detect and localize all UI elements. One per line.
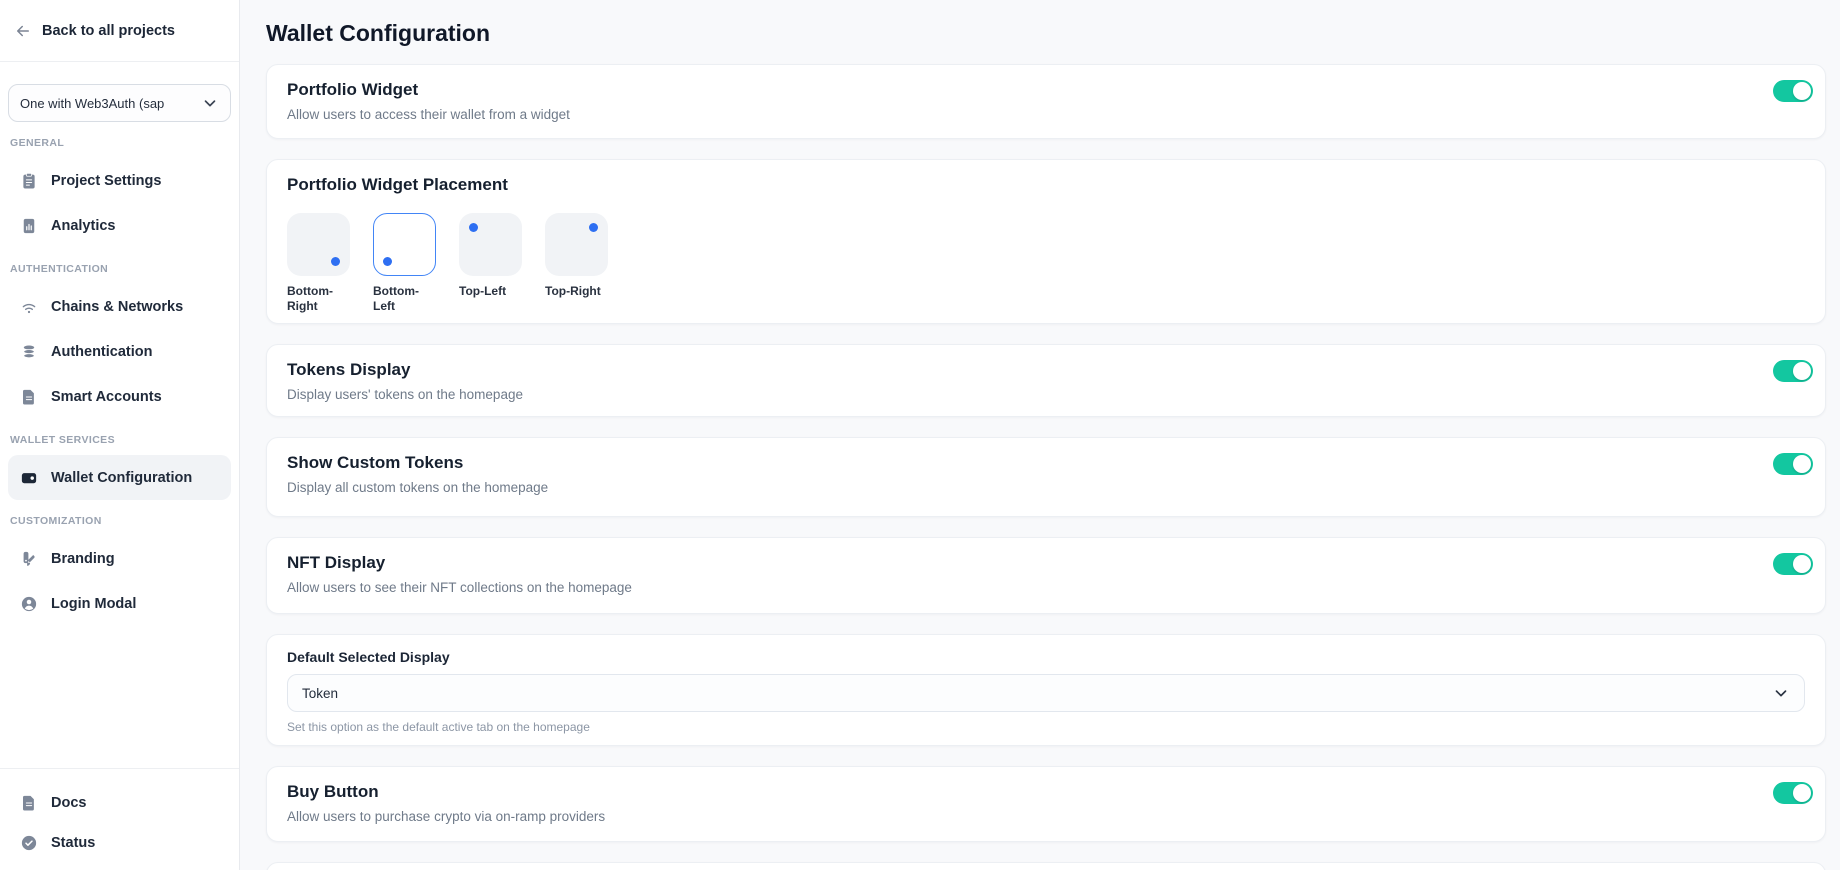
toggle-knob: [1793, 82, 1811, 100]
chart-doc-icon: [20, 217, 38, 235]
placement-option-label: Bottom-Left: [373, 284, 437, 314]
section-label-general: GENERAL: [10, 137, 231, 149]
card-buy-button: Buy Button Allow users to purchase crypt…: [266, 766, 1826, 842]
sidebar-item-authentication[interactable]: Authentication: [8, 329, 231, 374]
sidebar: Back to all projects One with Web3Auth (…: [0, 0, 240, 870]
placement-preview-bottom-right: [287, 213, 350, 276]
sidebar-item-smart-accounts[interactable]: Smart Accounts: [8, 374, 231, 419]
card-default-selected-display: Default Selected Display Token Set this …: [266, 634, 1826, 746]
card-title: Buy Button: [287, 781, 1805, 803]
back-to-projects-link[interactable]: Back to all projects: [0, 0, 239, 62]
check-circle-icon: [20, 834, 38, 852]
clipboard-icon: [20, 172, 38, 190]
default-display-select[interactable]: Token: [287, 674, 1805, 712]
sidebar-item-status[interactable]: Status: [8, 823, 231, 863]
sidebar-item-label: Branding: [51, 551, 115, 567]
nft-display-toggle[interactable]: [1773, 553, 1813, 575]
card-title: NFT Display: [287, 552, 1805, 574]
default-display-select-value: Token: [302, 686, 338, 701]
project-selector[interactable]: One with Web3Auth (sap: [8, 84, 231, 122]
card-title: Portfolio Widget Placement: [287, 174, 1805, 196]
section-label-authentication: AUTHENTICATION: [10, 263, 231, 275]
sidebar-footer: Docs Status: [0, 768, 239, 870]
card-tokens-display: Tokens Display Display users' tokens on …: [266, 344, 1826, 417]
sidebar-item-analytics[interactable]: Analytics: [8, 203, 231, 248]
sidebar-item-label: Authentication: [51, 344, 153, 360]
card-description: Display users' tokens on the homepage: [287, 386, 1805, 404]
sidebar-item-label: Wallet Configuration: [51, 470, 192, 486]
placement-option-label: Top-Left: [459, 284, 523, 299]
sidebar-item-label: Smart Accounts: [51, 389, 162, 405]
brush-icon: [20, 550, 38, 568]
sidebar-item-docs[interactable]: Docs: [8, 783, 231, 823]
user-circle-icon: [20, 595, 38, 613]
database-icon: [20, 343, 38, 361]
card-description: Allow users to purchase crypto via on-ra…: [287, 808, 1805, 826]
tokens-display-toggle[interactable]: [1773, 360, 1813, 382]
toggle-knob: [1793, 362, 1811, 380]
card-title: Tokens Display: [287, 359, 1805, 381]
placement-options: Bottom-Right Bottom-Left Top-Left Top-Ri…: [287, 213, 1805, 314]
sidebar-item-project-settings[interactable]: Project Settings: [8, 158, 231, 203]
wifi-icon: [20, 298, 38, 316]
placement-option-label: Bottom-Right: [287, 284, 351, 314]
section-label-customization: CUSTOMIZATION: [10, 515, 231, 527]
project-selector-value: One with Web3Auth (sap: [20, 96, 164, 111]
card-portfolio-widget: Portfolio Widget Allow users to access t…: [266, 64, 1826, 139]
sidebar-item-wallet-configuration[interactable]: Wallet Configuration: [8, 455, 231, 500]
placement-preview-top-right: [545, 213, 608, 276]
sidebar-item-label: Login Modal: [51, 596, 136, 612]
wallet-icon: [20, 469, 38, 487]
page-title: Wallet Configuration: [266, 18, 1826, 48]
placement-option-label: Top-Right: [545, 284, 609, 299]
placement-preview-bottom-left-selected: [373, 213, 436, 276]
sidebar-nav: GENERAL Project Settings Analytics AUTHE…: [0, 122, 239, 768]
buy-button-toggle[interactable]: [1773, 782, 1813, 804]
sidebar-item-login-modal[interactable]: Login Modal: [8, 581, 231, 626]
placement-option-bottom-left[interactable]: Bottom-Left: [373, 213, 437, 314]
placement-preview-top-left: [459, 213, 522, 276]
file-icon: [20, 794, 38, 812]
sidebar-item-branding[interactable]: Branding: [8, 536, 231, 581]
app-window: Back to all projects One with Web3Auth (…: [0, 0, 1840, 870]
arrow-left-icon: [14, 22, 32, 40]
main-content: Wallet Configuration Portfolio Widget Al…: [240, 0, 1840, 870]
sidebar-item-label: Chains & Networks: [51, 299, 183, 315]
card-nft-display: NFT Display Allow users to see their NFT…: [266, 537, 1826, 614]
toggle-knob: [1793, 555, 1811, 573]
back-to-projects-label: Back to all projects: [42, 23, 175, 39]
card-description: Allow users to access their wallet from …: [287, 106, 1805, 124]
sidebar-item-label: Status: [51, 835, 95, 851]
file-icon: [20, 388, 38, 406]
select-helper-text: Set this option as the default active ta…: [287, 720, 1805, 734]
toggle-knob: [1793, 455, 1811, 473]
card-title: Show Custom Tokens: [287, 452, 1805, 474]
card-description: Allow users to see their NFT collections…: [287, 579, 1805, 597]
placement-option-top-right[interactable]: Top-Right: [545, 213, 609, 314]
section-label-wallet-services: WALLET SERVICES: [10, 434, 231, 446]
placement-option-bottom-right[interactable]: Bottom-Right: [287, 213, 351, 314]
portfolio-widget-toggle[interactable]: [1773, 80, 1813, 102]
sidebar-item-label: Project Settings: [51, 173, 161, 189]
card-title: Portfolio Widget: [287, 79, 1805, 101]
placement-option-top-left[interactable]: Top-Left: [459, 213, 523, 314]
sidebar-item-label: Docs: [51, 795, 86, 811]
sidebar-item-chains-networks[interactable]: Chains & Networks: [8, 284, 231, 329]
sidebar-item-label: Analytics: [51, 218, 115, 234]
chevron-down-icon: [1772, 684, 1790, 702]
card-show-custom-tokens: Show Custom Tokens Display all custom to…: [266, 437, 1826, 517]
card-portfolio-widget-placement: Portfolio Widget Placement Bottom-Right …: [266, 159, 1826, 324]
card-partial-next: [266, 862, 1826, 870]
card-description: Display all custom tokens on the homepag…: [287, 479, 1805, 497]
toggle-knob: [1793, 784, 1811, 802]
settings-cards: Portfolio Widget Allow users to access t…: [266, 64, 1826, 870]
chevron-down-icon: [201, 94, 219, 112]
select-label: Default Selected Display: [287, 649, 1805, 665]
show-custom-tokens-toggle[interactable]: [1773, 453, 1813, 475]
